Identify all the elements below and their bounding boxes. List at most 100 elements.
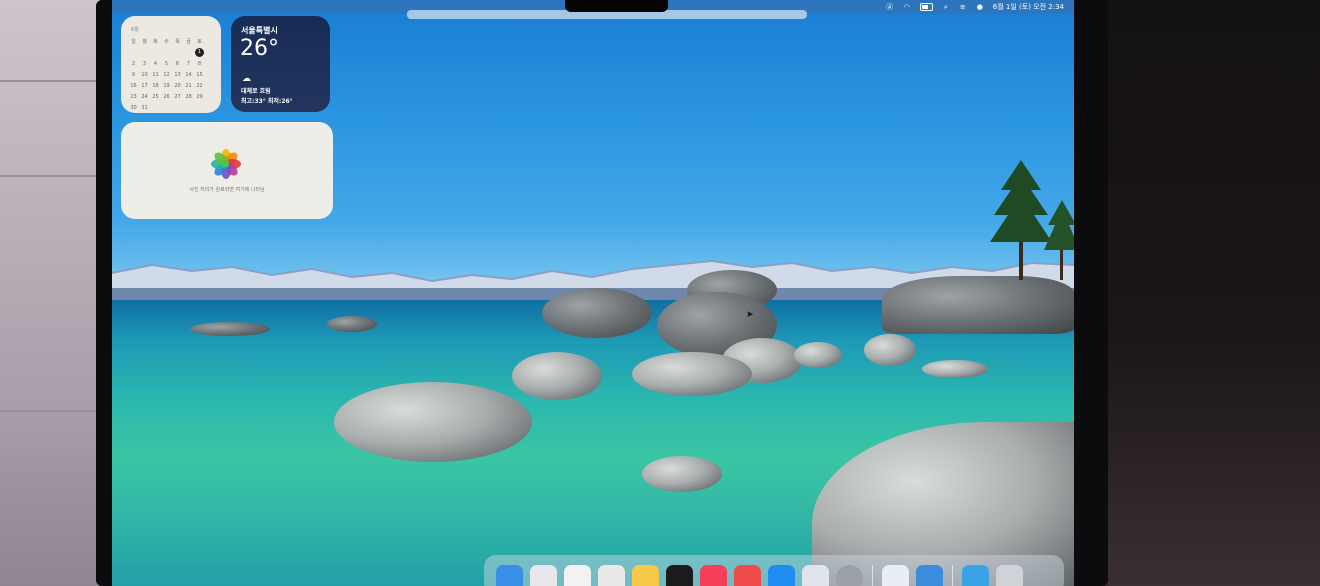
calendar-day: 14 [185,71,192,78]
cloud-icon: ☁ [242,74,251,84]
wallpaper-rock [190,322,270,336]
calendar-day [161,47,172,58]
accessibility-icon[interactable]: Ⓐ [886,3,894,11]
calendar-day: 12 [163,71,170,78]
dock-separator [872,565,873,586]
control-center-icon[interactable]: ≡ [959,3,967,11]
calendar-day [172,102,183,113]
calendar-day: 16 [130,82,137,89]
menu-bar-clock[interactable]: 6월 1일 (토) 오전 2:34 [993,2,1064,12]
battery-icon[interactable] [919,3,933,11]
calendar-day: 9 [131,71,136,78]
messages-icon[interactable] [598,565,625,586]
status-area: Ⓐ ◠ ⌕ ≡ ● 6월 1일 (토) 오전 2:34 [886,2,1064,12]
wallpaper-rock [512,352,602,400]
calendar-day: 6 [175,60,180,67]
weekday-label: 월 [142,39,147,45]
calendar-day: 25 [152,93,159,100]
preview-icon[interactable] [802,565,829,586]
wallpaper-rock [542,288,652,338]
calendar-day [183,102,194,113]
wifi-icon[interactable]: ◠ [903,3,911,11]
calendar-day [139,47,150,58]
photos-widget[interactable]: 사진 처리가 완료되면 여기에 나타남 [121,122,333,219]
calendar-day: 2 [131,60,136,67]
calendar-day-today: 1 [194,47,205,58]
calendar-day: 20 [174,82,181,89]
weather-city: 서울특별시 [241,26,278,35]
wallpaper-rock [794,342,842,368]
search-icon[interactable]: ⌕ [942,3,950,11]
siri-icon[interactable]: ● [976,3,984,11]
background-wall [0,0,100,586]
calendar-day: 26 [163,93,170,100]
weather-high-low: 최고:33° 최저:26° [241,98,293,105]
weekday-label: 목 [175,39,180,45]
desktop-screen: Ⓐ ◠ ⌕ ≡ ● 6월 1일 (토) 오전 2:34 6월 일 월 화 수 목… [112,0,1074,586]
calendar-day: 17 [141,82,148,89]
calendar-day: 28 [185,93,192,100]
calendar-day [183,47,194,58]
calendar-day: 18 [152,82,159,89]
calendar-day: 22 [196,82,203,89]
camera-notch [565,0,668,12]
calendar-day: 10 [141,71,148,78]
weather-widget[interactable]: 서울특별시 26° ☁ 대체로 흐림 최고:33° 최저:26° [231,16,330,112]
finder-icon[interactable] [496,565,523,586]
photos-icon [211,149,241,179]
calendar-day: 7 [186,60,191,67]
calendar-day [194,102,205,113]
system-settings-icon[interactable] [836,565,863,586]
calendar-day: 11 [152,71,159,78]
weather-temperature: 26° [240,36,279,61]
calendar-day: 15 [196,71,203,78]
weather-app-icon[interactable] [916,565,943,586]
calendar-month: 6월 [131,27,139,33]
photos-widget-message: 사진 처리가 완료되면 여기에 나타남 [189,187,265,193]
wallpaper-tree [1044,200,1074,280]
mouse-cursor-icon: ➤ [746,310,754,320]
background-dark-area [1095,0,1320,586]
wallpaper-rock [882,276,1074,334]
wallpaper-rock [642,456,722,492]
calendar-day: 31 [141,104,148,111]
wallpaper-rock [864,334,916,366]
weekday-label: 수 [164,39,169,45]
calendar-day: 4 [153,60,158,67]
calendar-day [172,47,183,58]
launchpad-icon[interactable] [530,565,557,586]
weekday-label: 화 [153,39,158,45]
calendar-day: 30 [130,104,137,111]
calendar-day: 3 [142,60,147,67]
calendar-day: 24 [141,93,148,100]
apple-tv-icon[interactable] [666,565,693,586]
safari-icon[interactable] [564,565,591,586]
calendar-day: 23 [130,93,137,100]
weekday-label: 토 [197,39,202,45]
notes-icon[interactable] [632,565,659,586]
app-store-icon[interactable] [768,565,795,586]
weather-condition: 대체로 흐림 [241,88,271,95]
calendar-day [161,102,172,113]
trash-icon[interactable] [996,565,1023,586]
wallpaper-rock [922,360,988,378]
calendar-day: 19 [163,82,170,89]
calendar-day: 21 [185,82,192,89]
calendar-grid: 일 월 화 수 목 금 토 1 2 3 4 5 6 7 8 9 10 11 12… [128,36,205,113]
wallpaper-rock [327,316,377,332]
calendar-day: 13 [174,71,181,78]
calendar-widget[interactable]: 6월 일 월 화 수 목 금 토 1 2 3 4 5 6 7 8 9 10 11… [121,16,221,113]
news-icon[interactable] [734,565,761,586]
music-icon[interactable] [700,565,727,586]
calendar-day [150,102,161,113]
weekday-label: 일 [131,39,136,45]
weekday-label: 금 [186,39,191,45]
calendar-day: 27 [174,93,181,100]
downloads-folder-icon[interactable] [962,565,989,586]
wallpaper-rock [334,382,532,462]
calendar-day [128,47,139,58]
calendar-day: 8 [197,60,202,67]
calendar-day [150,47,161,58]
wallpaper-rock [632,352,752,396]
docs-icon[interactable] [882,565,909,586]
